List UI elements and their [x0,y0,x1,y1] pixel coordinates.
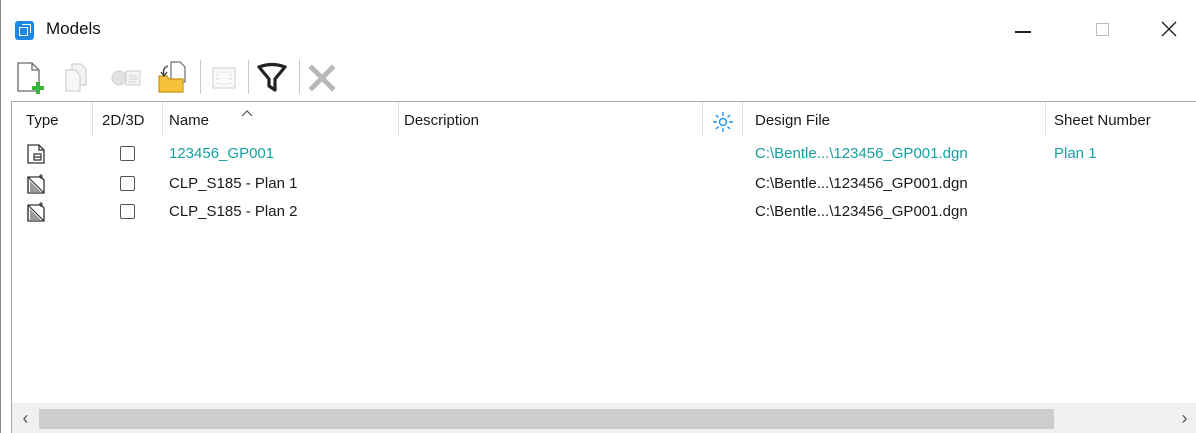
folder-import-icon [158,61,186,93]
chevron-right-icon: › [1181,408,1188,428]
scroll-left-button[interactable]: ‹ [12,403,39,433]
properties-button[interactable] [109,58,143,96]
toolbar [1,52,1196,100]
sheet-model-icon [27,144,45,164]
model-name: CLP_S185 - Plan 2 [169,203,298,220]
delete-x-icon [308,64,336,92]
window-title: Models [46,19,101,38]
table-row[interactable]: 123456_GP001 C:\Bentle...\123456_GP001.d… [12,140,1196,168]
copy-icon [65,63,87,92]
drawing-model-icon [27,174,45,194]
horizontal-scrollbar[interactable]: ‹ › [12,403,1196,433]
copy-model-button[interactable] [59,58,93,96]
title-bar[interactable]: Models [1,0,1196,52]
2d3d-checkbox [120,146,135,161]
model-sheet-number: Plan 1 [1054,145,1097,162]
column-header-description[interactable]: Description [404,102,479,137]
column-header-sheet-number[interactable]: Sheet Number [1054,102,1151,137]
delete-button[interactable] [305,58,339,96]
2d3d-checkbox [120,204,135,219]
models-table: Type 2D/3D Name Description Design File … [11,101,1196,433]
select-all-button[interactable] [207,58,241,96]
maximize-button[interactable] [1079,12,1125,46]
models-window: Models Type 2D/3D Name Description Desig… [0,0,1196,433]
new-document-plus-icon [17,62,44,94]
sun-icon[interactable] [712,111,734,133]
maximize-icon [1095,22,1109,36]
app-icon [15,21,34,40]
model-design-file: C:\Bentle...\123456_GP001.dgn [755,203,968,220]
column-header-type[interactable]: Type [26,102,59,137]
table-row[interactable]: CLP_S185 - Plan 2 C:\Bentle...\123456_GP… [12,198,1196,226]
table-header: Type 2D/3D Name Description Design File … [12,102,1196,137]
model-name: 123456_GP001 [169,145,275,162]
filter-button[interactable] [255,58,289,96]
scrollbar-thumb[interactable] [39,409,1054,429]
column-header-2d3d[interactable]: 2D/3D [102,102,145,137]
filter-icon [257,62,287,92]
minimize-icon [1015,31,1031,33]
close-button[interactable] [1146,12,1192,46]
chevron-left-icon: ‹ [22,408,29,428]
caret-up-icon [241,110,253,117]
column-header-name[interactable]: Name [169,102,209,137]
2d3d-checkbox [120,176,135,191]
model-design-file: C:\Bentle...\123456_GP001.dgn [755,145,968,162]
create-model-button[interactable] [13,58,47,96]
info-card-icon [111,70,141,86]
scroll-right-button[interactable]: › [1171,403,1196,433]
minimize-button[interactable] [1000,12,1046,46]
column-header-design-file[interactable]: Design File [755,102,830,137]
import-button[interactable] [155,58,189,96]
select-box-icon [212,67,236,89]
close-icon [1161,21,1177,37]
drawing-model-icon [27,202,45,222]
model-name: CLP_S185 - Plan 1 [169,175,298,192]
model-design-file: C:\Bentle...\123456_GP001.dgn [755,175,968,192]
table-row[interactable]: CLP_S185 - Plan 1 C:\Bentle...\123456_GP… [12,170,1196,198]
